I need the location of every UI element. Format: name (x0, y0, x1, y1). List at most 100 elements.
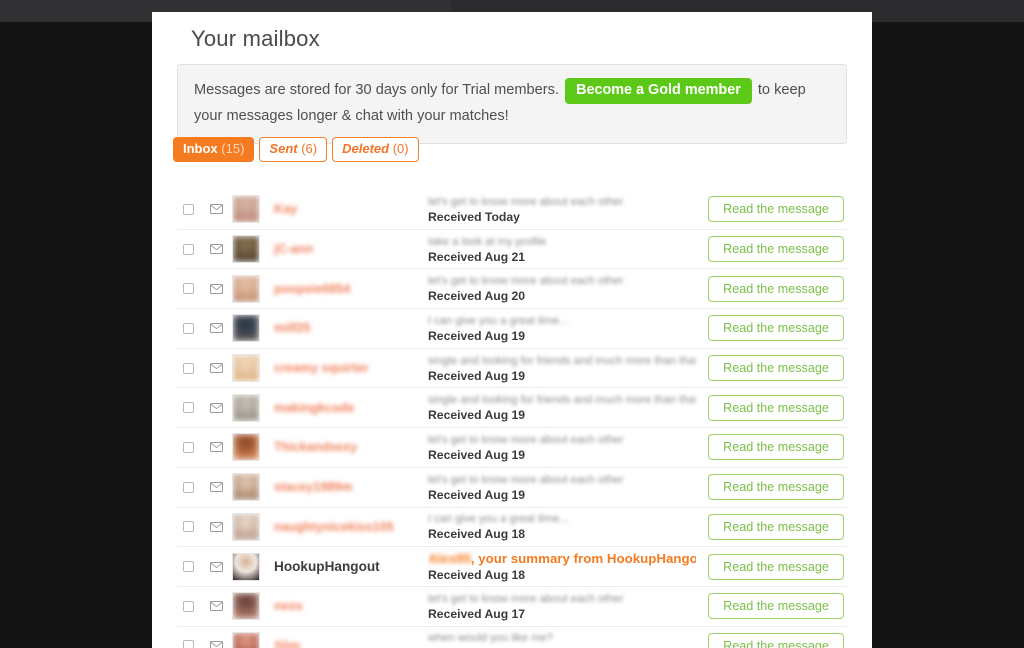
avatar-image (233, 236, 259, 263)
avatar[interactable] (232, 592, 260, 621)
message-row[interactable]: creamy squirter single and looking for fr… (177, 349, 847, 389)
envelope-icon (206, 363, 226, 374)
tab-sent[interactable]: Sent (6) (259, 137, 328, 162)
message-sender-name[interactable]: ness (274, 599, 406, 613)
message-subject[interactable]: when would you like me? (428, 631, 696, 645)
message-sender-name[interactable]: jC-ann (274, 242, 406, 256)
read-message-button[interactable]: Read the message (708, 513, 844, 540)
message-row[interactable]: Kay let's get to know more about each oth… (177, 190, 847, 230)
message-select-checkbox[interactable] (183, 362, 194, 374)
message-select-checkbox[interactable] (183, 441, 194, 453)
tab-inbox[interactable]: Inbox (15) (173, 137, 255, 162)
mailbox-content-panel: Your mailbox Messages are stored for 30 … (152, 12, 872, 648)
read-message-button[interactable]: Read the message (708, 474, 844, 501)
message-subject[interactable]: let's get to know more about each other (428, 473, 696, 487)
read-message-button[interactable]: Read the message (708, 196, 844, 223)
tab-deleted[interactable]: Deleted (0) (332, 137, 419, 162)
read-message-button[interactable]: Read the message (708, 434, 844, 461)
message-row[interactable]: stacey1989m let's get to know more about … (177, 468, 847, 508)
avatar[interactable] (232, 195, 260, 224)
message-subject[interactable]: let's get to know more about each other (428, 274, 696, 288)
avatar[interactable] (232, 631, 260, 648)
avatar-image (233, 275, 259, 302)
message-sender-name[interactable]: poopsie6854 (274, 282, 406, 296)
message-sender-name[interactable]: naughtynicekiss105 (274, 520, 406, 534)
message-sender-name[interactable]: stacey1989m (274, 480, 406, 494)
read-message-button[interactable]: Read the message (708, 394, 844, 421)
message-select-checkbox[interactable] (183, 402, 194, 414)
read-message-button[interactable]: Read the message (708, 593, 844, 620)
message-select-checkbox[interactable] (183, 203, 194, 215)
read-message-button[interactable]: Read the message (708, 553, 844, 580)
avatar[interactable] (232, 314, 260, 343)
envelope-icon (206, 402, 226, 413)
message-sender-name[interactable]: HookupHangout (274, 559, 406, 574)
message-subject[interactable]: take a look at my profile (428, 235, 696, 249)
message-subject[interactable]: let's get to know more about each other (428, 592, 696, 606)
read-message-button[interactable]: Read the message (708, 315, 844, 342)
message-subject-block: I can give you a great time... Received A… (428, 314, 708, 343)
message-select-checkbox[interactable] (183, 243, 194, 255)
message-received-date: Received Aug 19 (428, 408, 526, 423)
message-subject[interactable]: Alex85, your summary from HookupHangout (428, 551, 696, 567)
message-row[interactable]: jC-ann take a look at my profile Received … (177, 230, 847, 270)
message-subject-block: let's get to know more about each other R… (428, 473, 708, 502)
message-select-checkbox[interactable] (183, 521, 194, 533)
message-subject[interactable]: single and looking for friends and much … (428, 393, 696, 407)
message-row[interactable]: makingkcode single and looking for friend… (177, 388, 847, 429)
message-received-date: Received Aug 18 (428, 527, 526, 542)
read-message-button[interactable]: Read the message (708, 236, 844, 263)
message-sender-name[interactable]: milf25 (274, 321, 406, 335)
message-sender-name[interactable]: creamy squirter (274, 361, 406, 375)
message-row[interactable]: Thickandsexy let's get to know more about… (177, 428, 847, 468)
message-sender-name[interactable]: makingkcode (274, 401, 406, 415)
message-received-date: Received Aug 17 (428, 606, 526, 621)
envelope-icon (206, 323, 226, 334)
message-subject[interactable]: I can give you a great time... (428, 512, 696, 526)
avatar[interactable] (232, 354, 260, 383)
message-received-date: Received Today (428, 209, 520, 224)
message-row[interactable]: poopsie6854 let's get to know more about … (177, 269, 847, 310)
read-message-button[interactable]: Read the message (708, 355, 844, 382)
message-sender-name[interactable]: Kay (274, 202, 406, 216)
message-select-checkbox[interactable] (183, 600, 194, 612)
tab-label: Sent (269, 141, 298, 156)
envelope-icon (206, 283, 226, 294)
message-row[interactable]: Slim when would you like me?Received Aug … (177, 627, 847, 648)
avatar-image (233, 315, 259, 342)
message-sender-name[interactable]: Thickandsexy (274, 440, 406, 454)
avatar[interactable] (232, 235, 260, 264)
message-subject[interactable]: let's get to know more about each other (428, 195, 696, 209)
envelope-icon (206, 244, 226, 255)
avatar[interactable] (232, 552, 260, 581)
avatar[interactable] (232, 473, 260, 502)
message-select-checkbox[interactable] (183, 640, 194, 648)
avatar[interactable] (232, 274, 260, 303)
page-title: Your mailbox (191, 26, 320, 51)
read-message-button[interactable]: Read the message (708, 632, 844, 648)
message-subject-text: , your summary from HookupHangout (470, 551, 696, 567)
message-select-checkbox[interactable] (183, 322, 194, 334)
read-message-button[interactable]: Read the message (708, 275, 844, 302)
envelope-icon (206, 640, 226, 648)
envelope-icon (206, 482, 226, 493)
become-gold-member-button[interactable]: Become a Gold member (565, 78, 752, 104)
avatar[interactable] (232, 393, 260, 422)
message-subject[interactable]: let's get to know more about each other (428, 433, 696, 447)
avatar[interactable] (232, 433, 260, 462)
message-subject[interactable]: single and looking for friends and much … (428, 354, 696, 368)
message-row[interactable]: HookupHangout Alex85, your summary from H… (177, 547, 847, 587)
tab-label: Deleted (342, 141, 390, 156)
avatar-image (233, 632, 259, 648)
avatar-image (233, 196, 259, 223)
message-sender-name[interactable]: Slim (274, 639, 406, 648)
message-select-checkbox[interactable] (183, 481, 194, 493)
message-select-checkbox[interactable] (183, 561, 194, 573)
message-row[interactable]: ness let's get to know more about each ot… (177, 587, 847, 627)
message-select-checkbox[interactable] (183, 283, 194, 295)
message-subject[interactable]: I can give you a great time... (428, 314, 696, 328)
message-row[interactable]: naughtynicekiss105 I can give you a great… (177, 508, 847, 548)
message-row[interactable]: milf25 I can give you a great time... Rece… (177, 309, 847, 349)
tab-count: (0) (392, 141, 409, 156)
avatar[interactable] (232, 512, 260, 541)
